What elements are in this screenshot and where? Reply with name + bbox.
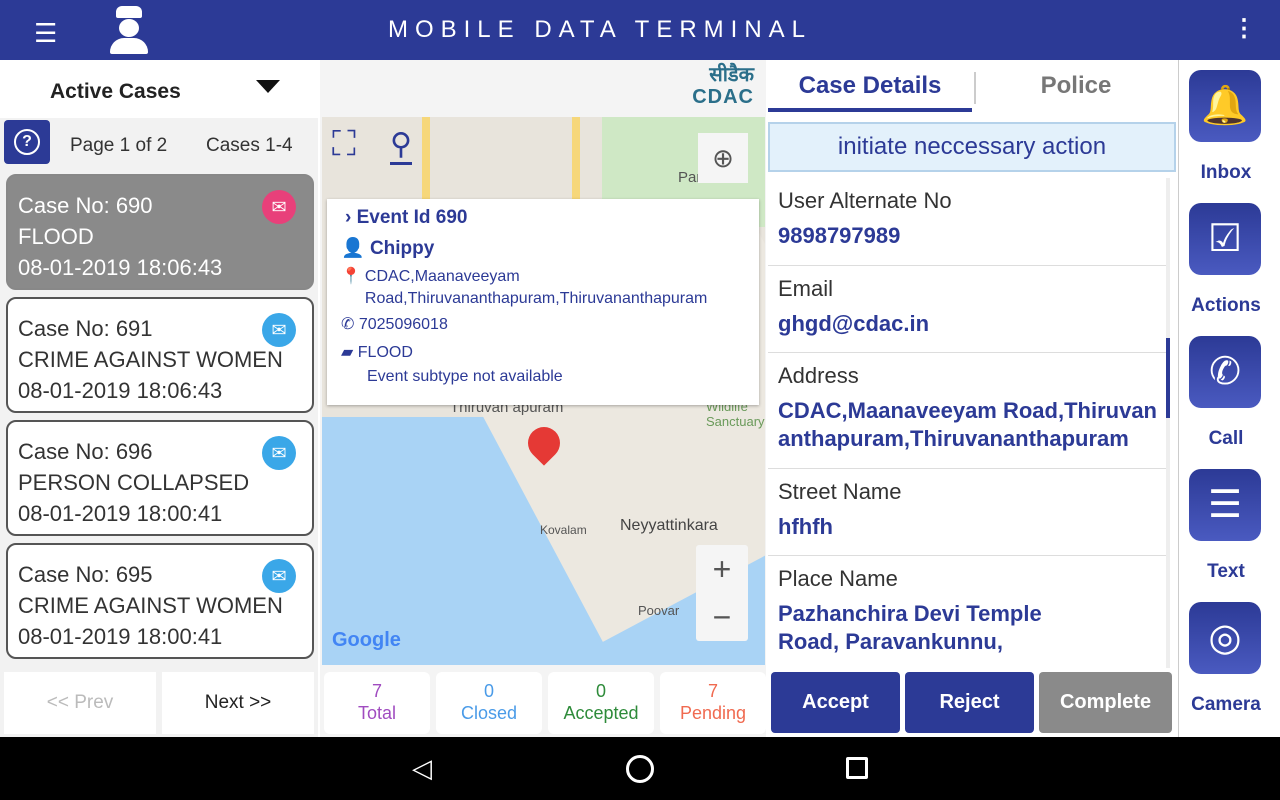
complete-button[interactable]: Complete bbox=[1039, 672, 1172, 733]
event-phone: 7025096018 bbox=[358, 316, 448, 333]
tab-police[interactable]: Police bbox=[976, 60, 1176, 112]
google-logo: Google bbox=[332, 629, 401, 651]
clipboard-check-icon: ☑ bbox=[1189, 203, 1261, 275]
case-number: Case No: 691 bbox=[18, 316, 153, 341]
case-card[interactable]: Case No: 696 PERSON COLLAPSED 08-01-2019… bbox=[6, 420, 314, 536]
field-email: Email ghgd@cdac.in bbox=[768, 266, 1166, 353]
location-pin-icon[interactable]: ⚲ bbox=[390, 127, 412, 165]
recents-icon[interactable] bbox=[846, 757, 868, 779]
case-number: Case No: 690 bbox=[18, 193, 153, 218]
case-type: FLOOD bbox=[18, 224, 94, 249]
stat-total: 7 Total bbox=[324, 672, 430, 734]
case-number: Case No: 696 bbox=[18, 439, 153, 464]
android-nav-bar: ◁ bbox=[0, 737, 1280, 800]
case-card[interactable]: Case No: 691 CRIME AGAINST WOMEN 08-01-2… bbox=[6, 297, 314, 413]
event-id: Event Id 690 bbox=[356, 207, 468, 228]
cases-range: Cases 1-4 bbox=[206, 135, 293, 156]
camera-button[interactable]: ◎ Camera bbox=[1189, 602, 1263, 716]
field-address: Address CDAC,Maanaveeyam Road,Thiruvanant… bbox=[768, 353, 1166, 469]
scrollbar[interactable] bbox=[1166, 178, 1170, 668]
help-button[interactable]: ? bbox=[4, 120, 50, 164]
case-number: Case No: 695 bbox=[18, 562, 153, 587]
action-banner: initiate neccessary action bbox=[768, 122, 1176, 172]
location-icon: 📍 bbox=[341, 268, 361, 285]
person-icon: 👤 bbox=[341, 238, 365, 259]
fullscreen-icon[interactable]: ⛶ bbox=[332, 125, 356, 164]
map-view[interactable]: Par Thiruvan apuram Wildlife Sanctuary K… bbox=[322, 117, 765, 665]
mail-icon: ✉ bbox=[262, 313, 296, 347]
overflow-menu-icon[interactable]: ⋮ bbox=[1232, 14, 1256, 43]
details-panel: Case Details Police initiate neccessary … bbox=[768, 60, 1176, 737]
dropdown-arrow-icon bbox=[256, 80, 280, 93]
event-info-popup: › Event Id 690 👤 Chippy 📍 CDAC,Maanaveeya… bbox=[327, 199, 759, 405]
stat-accepted: 0 Accepted bbox=[548, 672, 654, 734]
home-icon[interactable] bbox=[626, 755, 654, 783]
case-type: CRIME AGAINST WOMEN bbox=[18, 347, 283, 372]
next-page-button[interactable]: Next >> bbox=[162, 672, 314, 734]
camera-icon: ◎ bbox=[1189, 602, 1261, 674]
phone-icon: ✆ bbox=[341, 316, 355, 333]
field-street-name: Street Name hfhfh bbox=[768, 469, 1166, 556]
help-icon: ? bbox=[14, 129, 40, 155]
case-time: 08-01-2019 18:00:41 bbox=[18, 501, 223, 526]
actions-button[interactable]: ☑ Actions bbox=[1189, 203, 1263, 317]
page-indicator: Page 1 of 2 bbox=[70, 135, 168, 156]
tag-icon: ▰ bbox=[341, 344, 354, 361]
open-mail-icon: ✉ bbox=[262, 190, 296, 224]
event-type: FLOOD bbox=[357, 344, 413, 361]
stat-pending: 7 Pending bbox=[660, 672, 766, 734]
app-bar: ☰ MOBILE DATA TERMINAL ⋮ bbox=[0, 0, 1280, 60]
bell-icon: 🔔 bbox=[1189, 70, 1261, 142]
back-icon[interactable]: ◁ bbox=[412, 753, 432, 784]
message-icon: ☰ bbox=[1189, 469, 1261, 541]
app-title: MOBILE DATA TERMINAL bbox=[387, 16, 813, 43]
event-address: CDAC,Maanaveeyam Road,Thiruvananthapuram… bbox=[364, 268, 708, 307]
mail-icon: ✉ bbox=[262, 436, 296, 470]
action-sidebar: 🔔 Inbox ☑ Actions ✆ Call ☰ Text ◎ Camera bbox=[1178, 60, 1280, 737]
case-type: CRIME AGAINST WOMEN bbox=[18, 593, 283, 618]
mail-icon: ✉ bbox=[262, 559, 296, 593]
text-button[interactable]: ☰ Text bbox=[1189, 469, 1263, 583]
tab-case-details[interactable]: Case Details bbox=[768, 60, 972, 112]
case-list-panel: Active Cases ? Page 1 of 2 Cases 1-4 Cas… bbox=[0, 60, 318, 737]
field-alternate-no: User Alternate No 9898797989 bbox=[768, 178, 1166, 266]
cdac-logo: सीडैक CDAC bbox=[692, 64, 754, 108]
case-filter-dropdown[interactable]: Active Cases bbox=[0, 60, 318, 118]
dropdown-value: Active Cases bbox=[50, 80, 181, 103]
reject-button[interactable]: Reject bbox=[905, 672, 1034, 733]
chevron-right-icon: › bbox=[345, 207, 357, 228]
accept-button[interactable]: Accept bbox=[771, 672, 900, 733]
zoom-in-button[interactable]: + bbox=[696, 545, 748, 593]
case-time: 08-01-2019 18:06:43 bbox=[18, 255, 223, 280]
event-subtype: Event subtype not available bbox=[367, 368, 563, 385]
case-type: PERSON COLLAPSED bbox=[18, 470, 250, 495]
phone-icon: ✆ bbox=[1189, 336, 1261, 408]
inbox-button[interactable]: 🔔 Inbox bbox=[1189, 70, 1263, 184]
field-place-name: Place Name Pazhanchira Devi Temple Road, … bbox=[778, 566, 1042, 654]
case-card[interactable]: Case No: 690 FLOOD 08-01-2019 18:06:43 ✉ bbox=[6, 174, 314, 290]
caller-name: Chippy bbox=[369, 238, 435, 259]
stat-closed: 0 Closed bbox=[436, 672, 542, 734]
call-button[interactable]: ✆ Call bbox=[1189, 336, 1263, 450]
zoom-controls: + − bbox=[696, 545, 748, 641]
case-time: 08-01-2019 18:06:43 bbox=[18, 378, 223, 403]
my-location-button[interactable]: ⊕ bbox=[698, 133, 748, 183]
case-card[interactable]: Case No: 695 CRIME AGAINST WOMEN 08-01-2… bbox=[6, 543, 314, 659]
prev-page-button[interactable]: << Prev bbox=[4, 672, 156, 734]
case-time: 08-01-2019 18:00:41 bbox=[18, 624, 223, 649]
zoom-out-button[interactable]: − bbox=[696, 593, 748, 641]
